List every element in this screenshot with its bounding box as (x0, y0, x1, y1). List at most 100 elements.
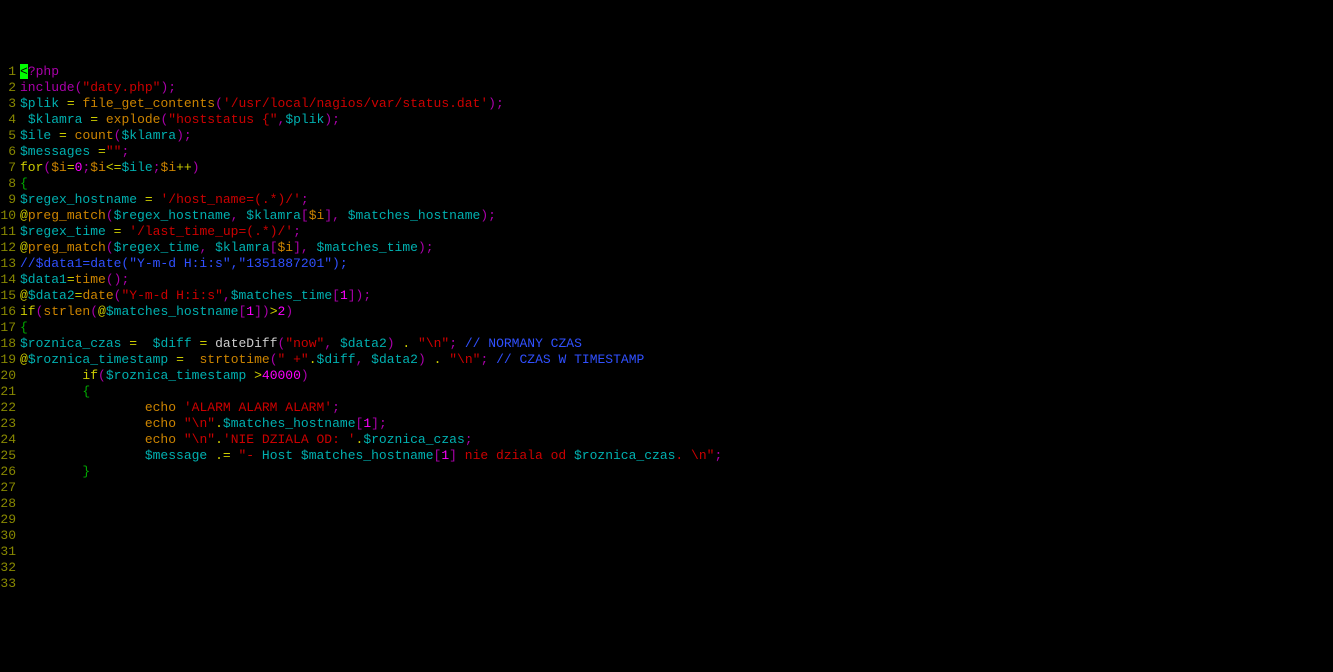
token-red: '/usr/local/nagios/var/status.dat' (223, 96, 488, 111)
token-orange: $i (278, 240, 294, 255)
token-purple: ; (332, 400, 340, 415)
token-cyan: $messages (20, 144, 90, 159)
token-purple: ); (324, 112, 340, 127)
token-purple: ( (106, 208, 114, 223)
token-cyan: $klamra (28, 112, 83, 127)
token-purple: ; (714, 448, 722, 463)
token-purple: , (199, 240, 215, 255)
token-purple: ); (480, 208, 496, 223)
token-orange: $i (161, 160, 177, 175)
token-default (20, 384, 82, 399)
token-cyan: $matches_hostname (106, 304, 239, 319)
token-purple: ], (293, 240, 316, 255)
code-line[interactable]: $roznica_czas = $diff = dateDiff("now", … (20, 336, 1333, 352)
code-line[interactable]: @$data2=date("Y-m-d H:i:s",$matches_time… (20, 288, 1333, 304)
token-orange: explode (106, 112, 161, 127)
code-line[interactable]: @$roznica_timestamp = strtotime(" +".$di… (20, 352, 1333, 368)
token-cyan: $data1 (20, 272, 67, 287)
code-line[interactable]: $messages =""; (20, 144, 1333, 160)
token-default (90, 144, 98, 159)
token-default (410, 336, 418, 351)
token-cyan: $data2 (28, 288, 75, 303)
code-line[interactable]: $plik = file_get_contents('/usr/local/na… (20, 96, 1333, 112)
token-default (168, 352, 176, 367)
token-yellow: @ (20, 288, 28, 303)
code-line[interactable]: } (20, 464, 1333, 480)
token-cyan: $regex_time (20, 224, 106, 239)
token-purple: ( (98, 368, 106, 383)
token-purple: ]; (371, 416, 387, 431)
token-magenta: 1 (363, 416, 371, 431)
token-green: } (82, 464, 90, 479)
token-magenta: 1 (340, 288, 348, 303)
token-default (426, 352, 434, 367)
code-line[interactable]: $data1=time(); (20, 272, 1333, 288)
code-line[interactable]: <?php (20, 64, 1333, 80)
token-purple: ); (418, 240, 434, 255)
token-purple: ) (387, 336, 395, 351)
code-line[interactable]: $message .= "- Host $matches_hostname[1]… (20, 448, 1333, 464)
token-purple: ]); (348, 288, 371, 303)
code-line[interactable]: //$data1=date("Y-m-d H:i:s","1351887201"… (20, 256, 1333, 272)
code-line[interactable]: if(strlen(@$matches_hostname[1])>2) (20, 304, 1333, 320)
token-orange: $i (90, 160, 106, 175)
line-number-gutter: 1 2 3 4 5 6 7 8 9 10 11 12 13 14 15 16 1… (0, 64, 20, 592)
token-cyan: $message (145, 448, 207, 463)
token-orange: $i (309, 208, 325, 223)
token-blue: //$data1=date("Y-m-d H:i:s","1351887201"… (20, 256, 348, 271)
token-yellow: @ (20, 352, 28, 367)
code-line[interactable]: echo 'ALARM ALARM ALARM'; (20, 400, 1333, 416)
token-purple: ; (465, 432, 473, 447)
token-purple: ] (449, 448, 457, 463)
token-purple: include( (20, 80, 82, 95)
code-area[interactable]: <?phpinclude("daty.php");$plik = file_ge… (20, 64, 1333, 592)
token-default (246, 368, 254, 383)
code-line[interactable]: for($i=0;$i<=$ile;$i++) (20, 160, 1333, 176)
code-line[interactable]: $regex_hostname = '/host_name=(.*)/'; (20, 192, 1333, 208)
token-yellow: > (254, 368, 262, 383)
token-default (137, 192, 145, 207)
code-line[interactable]: include("daty.php"); (20, 80, 1333, 96)
code-line[interactable]: @preg_match($regex_hostname, $klamra[$i]… (20, 208, 1333, 224)
token-purple: , (231, 208, 247, 223)
token-orange: $i (51, 160, 67, 175)
token-orange: count (75, 128, 114, 143)
token-cyan: $data2 (371, 352, 418, 367)
token-cyan: $matches_time (317, 240, 418, 255)
token-cyan: $roznica_czas (363, 432, 464, 447)
token-default (20, 368, 82, 383)
code-line[interactable]: $regex_time = '/last_time_up=(.*)/'; (20, 224, 1333, 240)
token-default (176, 416, 184, 431)
token-default (51, 128, 59, 143)
code-line[interactable]: $ile = count($klamra); (20, 128, 1333, 144)
token-red: 'NIE DZIALA OD: ' (223, 432, 356, 447)
token-cyan: $matches_hostname (223, 416, 356, 431)
token-orange: time (75, 272, 106, 287)
token-orange: preg_match (28, 208, 106, 223)
token-cyan: $plik (285, 112, 324, 127)
code-line[interactable]: { (20, 176, 1333, 192)
token-yellow: for (20, 160, 43, 175)
token-blue: // NORMANY CZAS (465, 336, 582, 351)
code-line[interactable]: echo "\n".$matches_hostname[1]; (20, 416, 1333, 432)
token-cyan: $klamra (215, 240, 270, 255)
token-cyan: $ile (121, 160, 152, 175)
token-yellow: <= (106, 160, 122, 175)
code-line[interactable]: { (20, 320, 1333, 336)
token-yellow: . (215, 416, 223, 431)
code-line[interactable]: $klamra = explode("hoststatus {",$plik); (20, 112, 1333, 128)
code-editor[interactable]: 1 2 3 4 5 6 7 8 9 10 11 12 13 14 15 16 1… (0, 64, 1333, 592)
code-line[interactable]: echo "\n".'NIE DZIALA OD: '.$roznica_cza… (20, 432, 1333, 448)
token-cyan: $klamra (246, 208, 301, 223)
token-default (20, 464, 82, 479)
code-line[interactable]: if($roznica_timestamp >40000) (20, 368, 1333, 384)
token-orange: echo (145, 432, 176, 447)
token-red: nie dziala od (457, 448, 574, 463)
token-yellow: . (215, 432, 223, 447)
token-green: { (82, 384, 90, 399)
token-yellow: . (309, 352, 317, 367)
code-line[interactable]: @preg_match($regex_time, $klamra[$i], $m… (20, 240, 1333, 256)
token-purple: ], (324, 208, 347, 223)
code-line[interactable]: { (20, 384, 1333, 400)
token-purple: ; (449, 336, 457, 351)
